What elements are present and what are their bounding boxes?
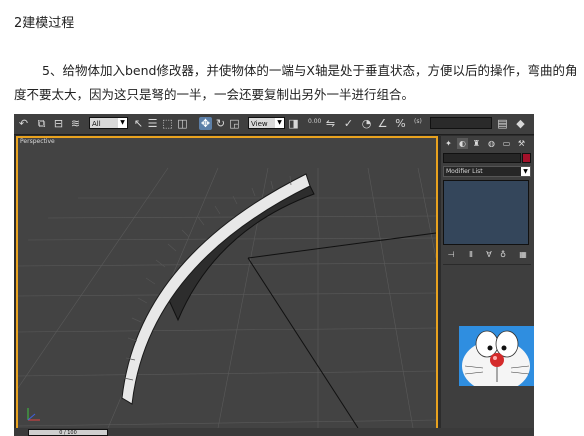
pivot-icon[interactable]: ◨	[287, 117, 300, 130]
doraemon-face-icon	[462, 330, 530, 386]
object-color-swatch[interactable]	[522, 153, 531, 163]
modify-tab-icon[interactable]: ◐	[457, 138, 468, 149]
rotate-icon[interactable]: ↻	[214, 117, 227, 130]
angle-snap-icon[interactable]: ∠	[376, 117, 389, 130]
chevron-down-icon: ▼	[118, 118, 127, 128]
display-tab-icon[interactable]: ▭	[501, 138, 512, 149]
motion-tab-icon[interactable]: ◍	[486, 138, 497, 149]
panel-divider	[443, 264, 531, 265]
named-selection-field[interactable]	[430, 117, 492, 129]
snap-icon[interactable]: ◔	[360, 117, 373, 130]
selection-filter-value: All	[92, 120, 101, 128]
spinner-snap-icon[interactable]: (s)	[414, 118, 422, 125]
move-icon[interactable]: ✥	[199, 117, 212, 130]
bend-object-shadow	[167, 181, 315, 322]
paragraph-text: 5、给物体加入bend修改器，并使物体的一端与X轴是处于垂直状态，方便以后的操作…	[14, 63, 578, 102]
time-slider[interactable]: 0 / 100	[28, 429, 108, 436]
article-heading: 2建模过程	[14, 16, 75, 31]
ref-coord-value: View	[251, 120, 268, 128]
modifier-stack[interactable]	[443, 180, 529, 245]
pin-stack-icon[interactable]: ⊣	[445, 249, 457, 260]
modifier-list-dropdown[interactable]: Modifier List ▼	[443, 166, 531, 177]
region-select-icon[interactable]: ⬚	[161, 117, 174, 130]
make-unique-icon[interactable]: ∀	[483, 249, 495, 260]
percent-snap-icon[interactable]: %	[394, 117, 407, 130]
select-by-name-icon[interactable]: ☰	[146, 117, 159, 130]
window-crossing-icon[interactable]: ◫	[176, 117, 189, 130]
link-icon[interactable]: ⧉	[35, 117, 48, 130]
doraemon-avatar-image	[459, 326, 534, 386]
show-end-result-icon[interactable]: Ⅱ	[465, 249, 477, 260]
render-icon[interactable]: ◆	[514, 117, 527, 130]
modifier-list-label: Modifier List	[446, 168, 483, 175]
layers-icon[interactable]: ▤	[496, 117, 509, 130]
undo-icon[interactable]: ↶	[17, 117, 30, 130]
select-icon[interactable]: ↖	[132, 117, 145, 130]
viewport-scene	[18, 167, 436, 428]
axis-tripod-icon	[27, 408, 40, 421]
unlink-icon[interactable]: ⊟	[52, 117, 65, 130]
home-grid	[18, 167, 436, 428]
main-toolbar: ↶ ⧉ ⊟ ≋ All ▼ ↖ ☰ ⬚ ◫ ✥ ↻ ◲ View ▼ ◨ 0.0…	[14, 114, 534, 135]
article-paragraph: 5、给物体加入bend修改器，并使物体的一端与X轴是处于垂直状态，方便以后的操作…	[14, 59, 580, 107]
configure-modifier-sets-icon[interactable]: ▦	[517, 249, 529, 260]
hierarchy-tab-icon[interactable]: ♜	[471, 138, 482, 149]
chevron-down-icon: ▼	[521, 167, 530, 176]
create-tab-icon[interactable]: ✦	[443, 138, 454, 149]
utilities-tab-icon[interactable]: ⚒	[516, 138, 527, 149]
bind-space-warp-icon[interactable]: ≋	[69, 117, 82, 130]
scale-icon[interactable]: ◲	[228, 117, 241, 130]
remove-modifier-icon[interactable]: ♁	[497, 249, 509, 260]
stack-tools: ⊣ Ⅱ ∀ ♁ ▦	[443, 249, 531, 260]
mirror-icon[interactable]: ⇋	[324, 117, 337, 130]
command-panel-tabs: ✦ ◐ ♜ ◍ ▭ ⚒	[443, 138, 532, 149]
ref-coord-dropdown[interactable]: View ▼	[248, 117, 285, 129]
perspective-viewport[interactable]: Perspective	[16, 136, 438, 430]
spinner-value: 0.00	[308, 118, 322, 125]
max-screenshot: ↶ ⧉ ⊟ ≋ All ▼ ↖ ☰ ⬚ ◫ ✥ ↻ ◲ View ▼ ◨ 0.0…	[14, 114, 534, 436]
chevron-down-icon: ▼	[275, 118, 284, 128]
align-icon[interactable]: ✓	[342, 117, 355, 130]
object-name-field[interactable]	[443, 153, 521, 163]
selection-filter-dropdown[interactable]: All ▼	[89, 117, 128, 129]
